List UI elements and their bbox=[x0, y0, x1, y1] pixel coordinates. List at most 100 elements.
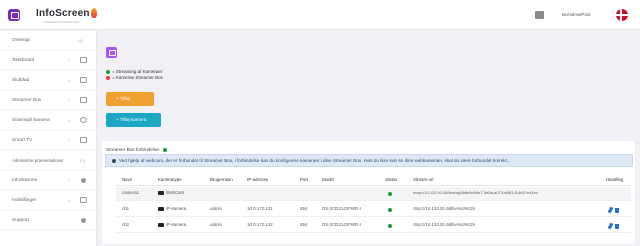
user-menu[interactable]: BoHolmstPost bbox=[562, 12, 591, 17]
count-badge: (1) bbox=[78, 38, 83, 43]
chevron-left-icon: < bbox=[68, 118, 71, 123]
help-icon bbox=[81, 218, 86, 223]
status-ok-icon bbox=[162, 147, 167, 152]
column-header[interactable]: Navn bbox=[122, 177, 132, 182]
column-header[interactable]: Kameratype bbox=[158, 177, 182, 182]
connection-status: Streamer Box forbindelse: bbox=[106, 147, 167, 152]
column-header[interactable]: Handling bbox=[606, 177, 623, 182]
user-avatar-icon[interactable] bbox=[535, 11, 544, 19]
chevron-left-icon: < bbox=[68, 198, 71, 203]
table-header: Navn Kameratype Brugernavn IP-adresse Po… bbox=[116, 176, 631, 186]
chevron-left-icon: < bbox=[68, 58, 71, 63]
sidebar-item-label: Slutblad bbox=[12, 78, 30, 83]
sidebar-item-smart-tv[interactable]: Smart TV < bbox=[0, 131, 97, 151]
tv-icon bbox=[80, 137, 87, 143]
chevron-left-icon: < bbox=[68, 178, 71, 183]
delete-icon[interactable] bbox=[615, 208, 619, 213]
camera-model: DS-2CD2142FWD-I bbox=[322, 206, 361, 211]
chevron-left-icon: < bbox=[68, 138, 71, 143]
legend-offline: = Kamerae Streamer Box bbox=[106, 75, 163, 80]
camera-ip: 10.0.172.132 bbox=[247, 222, 273, 227]
box-icon bbox=[80, 97, 87, 103]
camera-type: WebCam bbox=[158, 190, 184, 195]
chevron-left-icon: < bbox=[68, 98, 71, 103]
camera-user: admin bbox=[210, 222, 222, 227]
stream-url: rtmp://10.132.91.68/live/e29419 bbox=[413, 222, 475, 227]
legend-online: = Streaming af Kameraer bbox=[106, 69, 162, 74]
sidebar-item-support[interactable]: Support bbox=[0, 211, 97, 231]
stream-url: rtmp://10.132.91.68/live/e29418 bbox=[413, 206, 475, 211]
top-bar: InfoScreen Powered by InfoPoint ApS BoHo… bbox=[0, 0, 640, 30]
column-header[interactable]: IP-adresse bbox=[247, 177, 268, 182]
column-header[interactable]: Model bbox=[322, 177, 334, 182]
sidebar-item-label: Taskboard bbox=[12, 58, 35, 63]
camera-ip: 10.0.172.131 bbox=[247, 206, 273, 211]
column-header[interactable]: Brugernavn bbox=[210, 177, 233, 182]
ip-camera-icon bbox=[158, 222, 164, 227]
streamer-box-icon bbox=[106, 47, 117, 58]
brand-flame-icon bbox=[91, 8, 97, 18]
sidebar-item-label: Smart TV bbox=[12, 138, 33, 143]
table-row[interactable]: cb2 IP-kamera admin 10.0.172.132 554 DS-… bbox=[116, 219, 631, 233]
add-camera-button[interactable]: + Tilføj kamera bbox=[106, 113, 161, 127]
table-row[interactable]: cb1 IP-kamera admin 10.0.172.131 554 DS-… bbox=[116, 203, 631, 217]
edit-icon[interactable] bbox=[607, 222, 614, 230]
sidebar-item-label: Oversigt bbox=[12, 38, 30, 43]
language-flag-icon[interactable] bbox=[616, 9, 628, 21]
monitor-icon bbox=[80, 57, 87, 63]
sidebar-item-label: Streamer Box bbox=[12, 98, 42, 103]
monitor-icon bbox=[80, 77, 87, 83]
add-button[interactable]: + Tilføj bbox=[106, 92, 154, 106]
legend-offline-text: = Kamerae Streamer Box bbox=[112, 75, 163, 80]
sidebar-item-oversigt[interactable]: Oversigt (1) bbox=[0, 31, 97, 51]
sidebar: Oversigt (1) Taskboard < Slutblad < Stre… bbox=[0, 31, 97, 246]
status-ok-icon bbox=[388, 208, 392, 212]
status-ok-icon bbox=[388, 224, 392, 228]
sidebar-item-infoskaerme[interactable]: Infoskærme < bbox=[0, 171, 97, 191]
legend-online-text: = Streaming af Kameraer bbox=[112, 69, 163, 74]
sidebar-item-label: Infoskærme bbox=[12, 178, 38, 183]
sidebar-item-label: Strømspil-kamera bbox=[12, 118, 50, 123]
count-badge: (1) bbox=[80, 158, 85, 163]
sidebar-item-settings[interactable]: Indstillinger < bbox=[0, 191, 97, 211]
delete-icon[interactable] bbox=[615, 224, 619, 229]
webcam-icon bbox=[158, 190, 164, 195]
sidebar-item-label: Support bbox=[12, 218, 29, 223]
brand-name[interactable]: InfoScreen bbox=[36, 8, 90, 19]
camera-type: IP-kamera bbox=[158, 222, 186, 227]
column-header[interactable]: Status bbox=[385, 177, 397, 182]
camera-type: IP-kamera bbox=[158, 206, 186, 211]
app-logo-icon[interactable] bbox=[8, 9, 20, 21]
info-text: Ved hjælp af webcam, der er forbundet ti… bbox=[119, 158, 511, 163]
status-ok-icon bbox=[388, 192, 392, 196]
edit-icon[interactable] bbox=[607, 206, 614, 214]
camera-name: camera1 bbox=[122, 190, 140, 195]
online-dot-icon bbox=[106, 69, 110, 74]
camera-name: cb1 bbox=[122, 206, 130, 211]
offline-dot-icon bbox=[106, 75, 110, 80]
camera-model: DS-2CD2142FWD-I bbox=[322, 222, 361, 227]
cameras-panel: Streamer Box forbindelse: Ved hjælp af w… bbox=[102, 141, 635, 244]
camera-port: 554 bbox=[300, 206, 308, 211]
chevron-left-icon: < bbox=[68, 78, 71, 83]
brand-tagline: Powered by InfoPoint ApS bbox=[44, 20, 79, 24]
sidebar-item-presentations[interactable]: Administrer præsentationer (1) bbox=[0, 151, 97, 171]
camera-icon bbox=[80, 117, 87, 123]
sidebar-item-taskboard[interactable]: Taskboard < bbox=[0, 51, 97, 71]
settings-icon bbox=[80, 197, 87, 203]
table-row[interactable]: camera1 WebCam rtmp://10.132.91.68/live/… bbox=[116, 187, 631, 201]
sidebar-item-streamer-box[interactable]: Streamer Box < bbox=[0, 91, 97, 111]
sidebar-item-slutblad[interactable]: Slutblad < bbox=[0, 71, 97, 91]
sidebar-item-label: Administrer præsentationer bbox=[12, 158, 64, 163]
screen-icon bbox=[81, 178, 86, 183]
column-header[interactable]: Stream-url bbox=[413, 177, 434, 182]
info-alert: Ved hjælp af webcam, der er forbundet ti… bbox=[105, 154, 633, 167]
sidebar-item-label: Indstillinger bbox=[12, 198, 37, 203]
sidebar-item-camera[interactable]: Strømspil-kamera < bbox=[0, 111, 97, 131]
column-header[interactable]: Port bbox=[300, 177, 308, 182]
ip-camera-icon bbox=[158, 206, 164, 211]
camera-user: admin bbox=[210, 206, 222, 211]
camera-port: 554 bbox=[300, 222, 308, 227]
connection-status-text: Streamer Box forbindelse: bbox=[106, 147, 161, 152]
stream-url: rtmp://10.132.91.68/live/dg3b6e5d04e7-5e… bbox=[413, 190, 538, 195]
